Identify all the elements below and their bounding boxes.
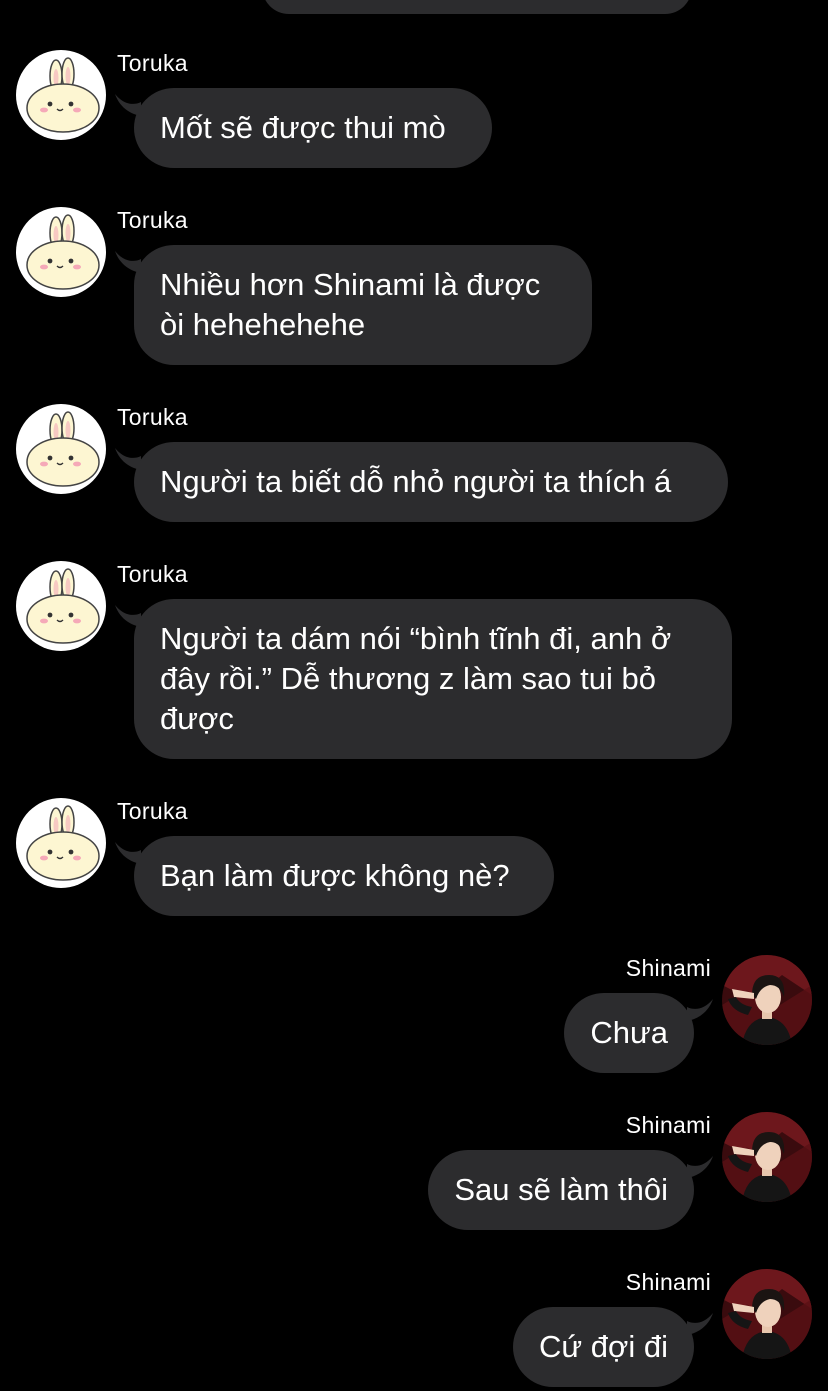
bunny-avatar-icon[interactable] (16, 798, 106, 888)
person-photo-avatar-icon[interactable] (722, 1269, 812, 1359)
message-bubble[interactable]: Người ta biết dỗ nhỏ người ta thích á (134, 442, 728, 522)
message-bubble[interactable]: Nhiều hơn Shinami là được òi hehehehehe (134, 245, 592, 365)
sender-name: Toruka (117, 404, 188, 430)
person-photo-avatar-icon[interactable] (722, 955, 812, 1045)
message-bubble[interactable]: Mốt sẽ được thui mò (134, 88, 492, 168)
bunny-avatar-icon[interactable] (16, 207, 106, 297)
message-bubble[interactable]: Người ta dám nói “bình tĩnh đi, anh ở đâ… (134, 599, 732, 759)
sender-name: Shinami (625, 955, 711, 981)
message-bubble[interactable]: Chưa (564, 993, 694, 1073)
sender-name: Toruka (117, 207, 188, 233)
message-bubble[interactable]: Cứ đợi đi (513, 1307, 694, 1387)
previous-message-bubble (262, 0, 692, 14)
bunny-avatar-icon[interactable] (16, 404, 106, 494)
message-bubble[interactable]: Sau sẽ làm thôi (428, 1150, 694, 1230)
message-bubble[interactable]: Bạn làm được không nè? (134, 836, 554, 916)
sender-name: Toruka (117, 798, 188, 824)
sender-name: Toruka (117, 50, 188, 76)
sender-name: Shinami (625, 1269, 711, 1295)
sender-name: Toruka (117, 561, 188, 587)
bunny-avatar-icon[interactable] (16, 50, 106, 140)
sender-name: Shinami (625, 1112, 711, 1138)
person-photo-avatar-icon[interactable] (722, 1112, 812, 1202)
bunny-avatar-icon[interactable] (16, 561, 106, 651)
